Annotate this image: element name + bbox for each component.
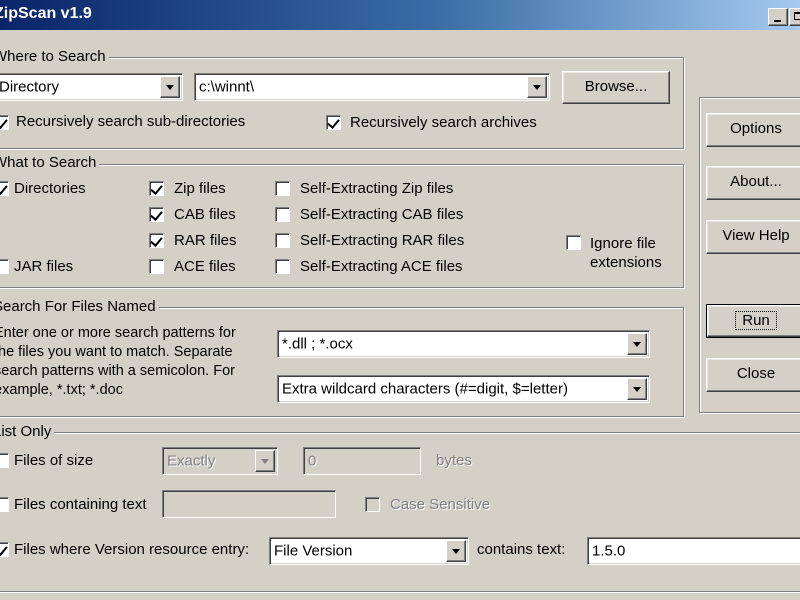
sfx-zip-label[interactable]: Self-Extracting Zip files [300,180,453,197]
ace-files-label[interactable]: ACE files [174,258,236,275]
ace-files-checkbox[interactable] [149,259,164,274]
options-button[interactable]: Options [706,113,800,147]
ignore-ext-checkbox[interactable] [566,235,581,250]
title-bar[interactable]: ZipScan v1.9 [0,0,800,30]
sfx-rar-label[interactable]: Self-Extracting RAR files [300,232,464,249]
chevron-down-icon[interactable] [255,450,275,472]
text-filter-label[interactable]: Files containing text [14,496,147,513]
close-button[interactable]: Close [706,358,800,392]
text-filter-input[interactable] [162,490,336,518]
zip-files-checkbox[interactable] [149,181,164,196]
sfx-zip-checkbox[interactable] [275,181,290,196]
chevron-down-icon[interactable] [446,540,466,562]
directories-label[interactable]: Directories [14,180,86,197]
view-help-button-label: View Help [722,227,790,244]
search-path-combo[interactable]: c:\winnt\ [194,73,550,101]
chevron-down-icon[interactable] [527,76,547,98]
files-named-label: Search For Files Named [0,298,159,315]
ignore-ext-label-line2: extensions [590,254,662,271]
pattern-combo[interactable]: *.dll ; *.ocx [277,330,650,358]
about-button[interactable]: About... [706,166,800,200]
directories-checkbox[interactable] [0,181,9,196]
sfx-cab-checkbox[interactable] [275,207,290,222]
recurse-dirs-label[interactable]: Recursively search sub-directories [16,113,245,130]
version-field-dropdown[interactable]: File Version [269,537,469,565]
sfx-rar-checkbox[interactable] [275,233,290,248]
options-button-label: Options [730,120,782,137]
rar-files-checkbox[interactable] [149,233,164,248]
help-line: Enter one or more search patterns for [0,325,236,341]
size-filter-label[interactable]: Files of size [14,452,93,469]
view-help-button[interactable]: View Help [706,220,800,254]
minimize-button[interactable] [768,8,788,26]
search-path-value: c:\winnt\ [199,78,255,96]
version-filter-label[interactable]: Files where Version resource entry: [14,541,249,558]
version-filter-checkbox[interactable] [0,542,9,557]
case-sensitive-label[interactable]: Case Sensitive [390,496,490,513]
minimize-icon [774,20,781,22]
wildcard-mode-dropdown[interactable]: Extra wildcard characters (#=digit, $=le… [277,375,650,403]
maximize-button[interactable] [789,8,800,26]
run-button-label: Run [735,311,777,330]
recurse-archives-label[interactable]: Recursively search archives [350,114,537,131]
sfx-ace-checkbox[interactable] [275,259,290,274]
sfx-ace-label[interactable]: Self-Extracting ACE files [300,258,463,275]
help-line: example, *.txt; *.doc [0,382,123,398]
browse-button-label: Browse... [584,78,648,95]
size-filter-checkbox[interactable] [0,453,9,468]
cab-files-checkbox[interactable] [149,207,164,222]
where-to-search-label: Where to Search [0,48,109,65]
size-amount-input[interactable]: 0 [303,447,421,475]
help-line: the files you want to match. Separate [0,344,233,360]
pattern-help-text: Enter one or more search patterns for th… [0,324,236,400]
list-only-label: List Only [0,423,55,440]
pattern-value: *.dll ; *.ocx [282,335,353,353]
size-unit-label: bytes [436,452,472,469]
version-text-value: 1.5.0 [592,542,626,560]
rar-files-label[interactable]: RAR files [174,232,237,249]
what-to-search-label: What to Search [0,154,100,171]
text-filter-checkbox[interactable] [0,497,9,512]
chevron-down-icon[interactable] [627,333,647,355]
search-scope-dropdown[interactable]: Directory [0,73,183,101]
cab-files-label[interactable]: CAB files [174,206,236,223]
wildcard-mode-value: Extra wildcard characters (#=digit, $=le… [282,380,568,398]
ignore-ext-label-line1: Ignore file [590,235,656,252]
help-line: search patterns with a semicolon. For [0,363,235,379]
case-sensitive-checkbox[interactable] [365,497,380,512]
about-button-label: About... [730,173,782,190]
browse-button[interactable]: Browse... [562,71,670,104]
contains-text-label: contains text: [477,541,566,558]
jar-files-checkbox[interactable] [0,259,9,274]
size-mode-value: Exactly [167,452,216,470]
maximize-icon [794,12,800,20]
search-scope-value: Directory [0,78,60,96]
chevron-down-icon[interactable] [160,76,180,98]
jar-files-label[interactable]: JAR files [14,258,73,275]
run-button[interactable]: Run [706,304,800,338]
chevron-down-icon[interactable] [627,378,647,400]
ignore-ext-label[interactable]: Ignore file extensions [590,234,662,272]
size-amount-value: 0 [308,452,317,470]
close-button-label: Close [736,365,776,382]
sfx-cab-label[interactable]: Self-Extracting CAB files [300,206,463,223]
zip-files-label[interactable]: Zip files [174,180,226,197]
version-text-input[interactable]: 1.5.0 [587,537,800,565]
version-field-value: File Version [274,542,353,560]
recurse-dirs-checkbox[interactable] [0,115,9,130]
size-mode-dropdown[interactable]: Exactly [162,447,278,475]
window-title: ZipScan v1.9 [0,5,92,22]
recurse-archives-checkbox[interactable] [326,115,341,130]
